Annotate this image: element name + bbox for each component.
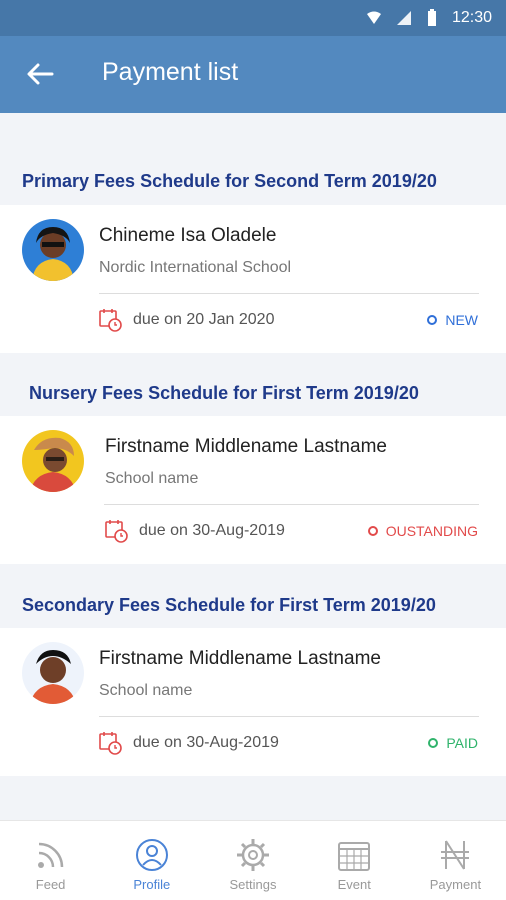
calendar-clock-icon xyxy=(105,520,128,543)
school-name: Nordic International School xyxy=(99,259,292,276)
tab-label: Payment xyxy=(429,877,482,892)
status-badge: PAID xyxy=(428,735,478,751)
tab-event[interactable]: Event xyxy=(304,821,405,900)
page-title: Payment list xyxy=(102,58,239,86)
wifi-icon xyxy=(366,11,381,24)
status-dot-icon xyxy=(428,738,439,748)
signal-icon xyxy=(396,11,411,25)
tab-label: Feed xyxy=(35,877,66,892)
payment-card[interactable]: Firstname Middlename Lastname School nam… xyxy=(0,628,506,776)
calendar-clock-icon xyxy=(99,309,122,332)
status-dot-icon xyxy=(367,526,378,536)
status-badge: NEW xyxy=(427,312,478,328)
status-badge: OUSTANDING xyxy=(367,523,478,539)
tab-payment[interactable]: Payment xyxy=(405,821,506,900)
battery-icon xyxy=(427,9,436,26)
section-title: Primary Fees Schedule for Second Term 20… xyxy=(22,170,437,191)
school-name: School name xyxy=(105,470,199,487)
avatar xyxy=(22,219,84,281)
school-name: School name xyxy=(99,682,193,699)
feed-icon xyxy=(37,842,63,868)
payment-card[interactable]: Firstname Middlename Lastname School nam… xyxy=(0,416,506,564)
bottom-navigation: Feed Profile Settings Event Payment xyxy=(0,820,506,900)
naira-icon xyxy=(441,840,470,870)
divider xyxy=(99,716,479,717)
payment-card[interactable]: Chineme Isa Oladele Nordic International… xyxy=(0,205,506,353)
avatar xyxy=(22,430,84,492)
app-bar: Payment list xyxy=(0,36,506,113)
avatar xyxy=(22,642,84,704)
calendar-icon xyxy=(338,842,371,871)
back-arrow-icon[interactable] xyxy=(24,58,56,90)
status-label: OUSTANDING xyxy=(385,523,478,539)
tab-label: Settings xyxy=(229,877,277,892)
payer-name: Firstname Middlename Lastname xyxy=(99,648,381,669)
section-title: Secondary Fees Schedule for First Term 2… xyxy=(22,594,436,615)
tab-label: Event xyxy=(337,877,371,892)
payer-name: Firstname Middlename Lastname xyxy=(105,436,387,457)
profile-icon xyxy=(135,839,168,871)
divider xyxy=(99,293,479,294)
status-label: PAID xyxy=(446,735,478,751)
divider xyxy=(104,504,479,505)
calendar-clock-icon xyxy=(99,732,122,755)
section-title: Nursery Fees Schedule for First Term 201… xyxy=(29,382,419,403)
due-date: due on 30-Aug-2019 xyxy=(133,734,279,751)
due-date: due on 30-Aug-2019 xyxy=(139,522,285,539)
gear-icon xyxy=(237,839,269,871)
clock: 12:30 xyxy=(451,9,492,26)
status-label: NEW xyxy=(445,312,478,328)
payer-name: Chineme Isa Oladele xyxy=(99,225,277,246)
due-date: due on 20 Jan 2020 xyxy=(133,311,275,328)
tab-label: Profile xyxy=(133,877,171,892)
status-bar: 12:30 xyxy=(0,0,506,36)
status-dot-icon xyxy=(427,315,438,325)
tab-feed[interactable]: Feed xyxy=(0,821,101,900)
tab-profile[interactable]: Profile xyxy=(101,821,202,900)
tab-settings[interactable]: Settings xyxy=(202,821,303,900)
payment-list: Primary Fees Schedule for Second Term 20… xyxy=(0,113,506,820)
